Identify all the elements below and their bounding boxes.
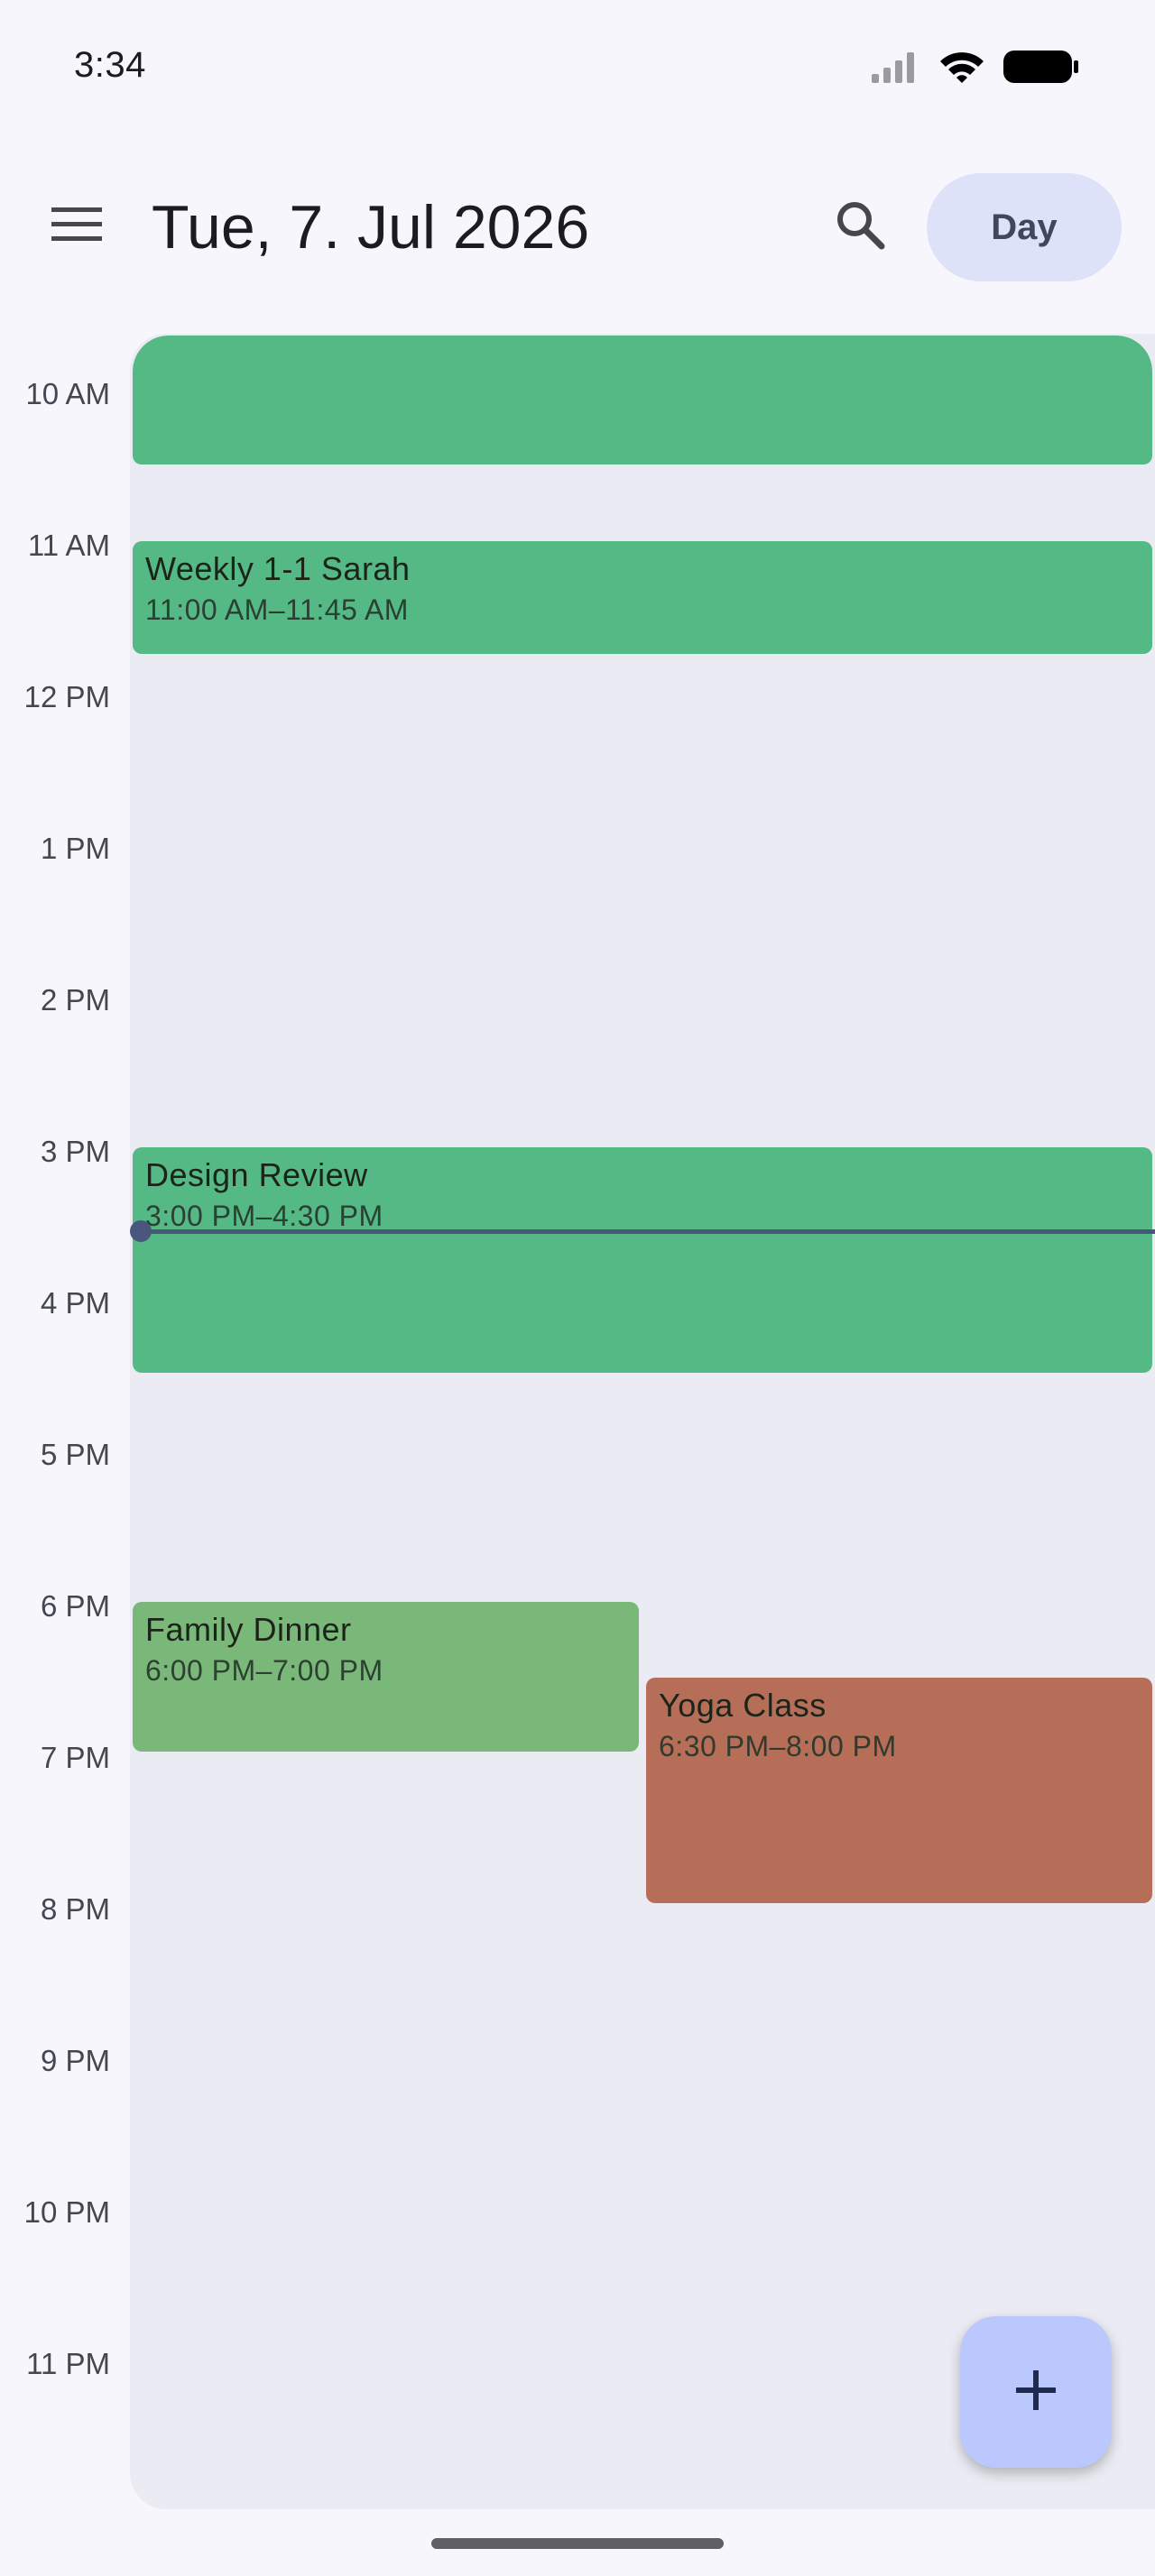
hour-label: 9 PM [40,2044,110,2077]
event-time: 11:00 AM–11:45 AM [145,593,409,626]
hour-label: 12 PM [23,680,110,713]
hour-label: 2 PM [40,983,110,1017]
event-untitled[interactable] [133,336,1152,465]
event-design-review[interactable]: Design Review 3:00 PM–4:30 PM [133,1147,1152,1373]
battery-icon [1003,49,1079,89]
hour-label: 10 AM [25,377,110,410]
hour-label: 4 PM [40,1286,110,1320]
event-title: Design Review [145,1156,368,1193]
plus-icon [1014,2369,1058,2416]
status-icons [870,49,1079,89]
hour-label: 11 AM [27,529,110,562]
top-app-bar: Tue, 7. Jul 2026 Day [0,162,1155,289]
status-bar: 3:34 [0,0,1155,135]
current-time-line [141,1229,1155,1234]
day-grid[interactable] [130,334,1155,2509]
event-title: Family Dinner [145,1611,352,1648]
event-time: 6:30 PM–8:00 PM [659,1730,897,1762]
signal-icon [870,51,920,87]
event-family-dinner[interactable]: Family Dinner 6:00 PM–7:00 PM [133,1602,639,1752]
menu-icon [51,206,102,248]
hour-label: 7 PM [40,1741,110,1774]
hour-label: 1 PM [40,832,110,865]
home-indicator[interactable] [431,2538,724,2549]
hour-label: 11 PM [26,2347,110,2380]
hour-label: 10 PM [23,2195,110,2229]
date-title[interactable]: Tue, 7. Jul 2026 [152,191,589,263]
event-weekly-1-1-sarah[interactable]: Weekly 1-1 Sarah 11:00 AM–11:45 AM [133,541,1152,654]
event-yoga-class[interactable]: Yoga Class 6:30 PM–8:00 PM [646,1678,1152,1903]
search-icon [835,199,885,254]
hour-label: 8 PM [40,1892,110,1926]
menu-button[interactable] [36,186,117,267]
hour-label: 5 PM [40,1438,110,1471]
view-mode-button[interactable]: Day [927,173,1122,281]
current-time-dot [130,1220,152,1242]
event-time: 6:00 PM–7:00 PM [145,1654,383,1687]
wifi-icon [938,49,985,89]
add-event-button[interactable] [960,2316,1112,2468]
search-button[interactable] [819,186,901,267]
status-time: 3:34 [74,45,146,85]
hour-label: 3 PM [40,1135,110,1168]
event-title: Weekly 1-1 Sarah [145,550,411,587]
hour-label: 6 PM [40,1589,110,1623]
event-title: Yoga Class [659,1687,827,1724]
